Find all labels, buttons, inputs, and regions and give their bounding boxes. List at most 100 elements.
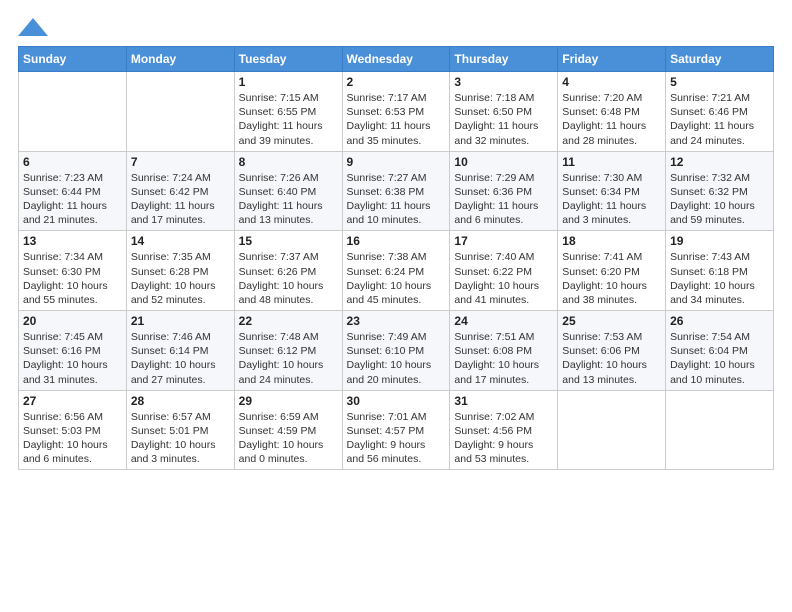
day-info: Sunrise: 7:24 AM Sunset: 6:42 PM Dayligh… xyxy=(131,171,230,228)
calendar-cell: 14 Sunrise: 7:35 AM Sunset: 6:28 PM Dayli… xyxy=(126,231,234,311)
calendar-cell: 26Sunrise: 7:54 AM Sunset: 6:04 PM Dayli… xyxy=(666,311,774,391)
day-number: 2 xyxy=(347,75,446,89)
logo-icon xyxy=(18,18,48,36)
calendar-cell: 17Sunrise: 7:40 AM Sunset: 6:22 PM Dayli… xyxy=(450,231,558,311)
calendar-cell: 29 Sunrise: 6:59 AM Sunset: 4:59 PM Dayli… xyxy=(234,390,342,470)
day-number: 15 xyxy=(239,234,338,248)
day-info: Sunrise: 7:49 AM Sunset: 6:10 PM Dayligh… xyxy=(347,330,446,387)
calendar-cell: 22 Sunrise: 7:48 AM Sunset: 6:12 PM Dayli… xyxy=(234,311,342,391)
calendar-cell: 25 Sunrise: 7:53 AM Sunset: 6:06 PM Dayli… xyxy=(558,311,666,391)
day-info: Sunrise: 6:59 AM Sunset: 4:59 PM Dayligh… xyxy=(239,410,338,467)
day-number: 25 xyxy=(562,314,661,328)
weekday-header-saturday: Saturday xyxy=(666,47,774,72)
day-number: 9 xyxy=(347,155,446,169)
day-info: Sunrise: 7:30 AM Sunset: 6:34 PM Dayligh… xyxy=(562,171,661,228)
day-number: 17 xyxy=(454,234,553,248)
calendar-cell: 27 Sunrise: 6:56 AM Sunset: 5:03 PM Dayli… xyxy=(19,390,127,470)
logo xyxy=(18,18,52,36)
calendar-cell: 11 Sunrise: 7:30 AM Sunset: 6:34 PM Dayli… xyxy=(558,151,666,231)
calendar-cell: 13 Sunrise: 7:34 AM Sunset: 6:30 PM Dayli… xyxy=(19,231,127,311)
day-info: Sunrise: 7:18 AM Sunset: 6:50 PM Dayligh… xyxy=(454,91,553,148)
weekday-header-wednesday: Wednesday xyxy=(342,47,450,72)
day-number: 5 xyxy=(670,75,769,89)
day-info: Sunrise: 7:48 AM Sunset: 6:12 PM Dayligh… xyxy=(239,330,338,387)
day-number: 6 xyxy=(23,155,122,169)
day-number: 13 xyxy=(23,234,122,248)
calendar-cell: 10 Sunrise: 7:29 AM Sunset: 6:36 PM Dayli… xyxy=(450,151,558,231)
calendar-cell: 31 Sunrise: 7:02 AM Sunset: 4:56 PM Dayli… xyxy=(450,390,558,470)
day-number: 21 xyxy=(131,314,230,328)
calendar-cell: 12Sunrise: 7:32 AM Sunset: 6:32 PM Dayli… xyxy=(666,151,774,231)
calendar-week-4: 20 Sunrise: 7:45 AM Sunset: 6:16 PM Dayli… xyxy=(19,311,774,391)
day-info: Sunrise: 7:17 AM Sunset: 6:53 PM Dayligh… xyxy=(347,91,446,148)
day-info: Sunrise: 7:35 AM Sunset: 6:28 PM Dayligh… xyxy=(131,250,230,307)
day-number: 27 xyxy=(23,394,122,408)
day-info: Sunrise: 7:29 AM Sunset: 6:36 PM Dayligh… xyxy=(454,171,553,228)
day-info: Sunrise: 7:45 AM Sunset: 6:16 PM Dayligh… xyxy=(23,330,122,387)
day-number: 28 xyxy=(131,394,230,408)
day-number: 29 xyxy=(239,394,338,408)
calendar-week-5: 27 Sunrise: 6:56 AM Sunset: 5:03 PM Dayli… xyxy=(19,390,774,470)
day-number: 18 xyxy=(562,234,661,248)
calendar-cell xyxy=(19,72,127,152)
calendar-cell: 6Sunrise: 7:23 AM Sunset: 6:44 PM Daylig… xyxy=(19,151,127,231)
day-number: 8 xyxy=(239,155,338,169)
calendar-cell xyxy=(666,390,774,470)
calendar-cell: 8 Sunrise: 7:26 AM Sunset: 6:40 PM Daylig… xyxy=(234,151,342,231)
day-info: Sunrise: 7:26 AM Sunset: 6:40 PM Dayligh… xyxy=(239,171,338,228)
day-info: Sunrise: 7:32 AM Sunset: 6:32 PM Dayligh… xyxy=(670,171,769,228)
day-number: 3 xyxy=(454,75,553,89)
day-info: Sunrise: 7:21 AM Sunset: 6:46 PM Dayligh… xyxy=(670,91,769,148)
calendar-cell: 30 Sunrise: 7:01 AM Sunset: 4:57 PM Dayli… xyxy=(342,390,450,470)
calendar-cell: 4Sunrise: 7:20 AM Sunset: 6:48 PM Daylig… xyxy=(558,72,666,152)
weekday-header-tuesday: Tuesday xyxy=(234,47,342,72)
day-number: 10 xyxy=(454,155,553,169)
day-number: 24 xyxy=(454,314,553,328)
day-info: Sunrise: 7:34 AM Sunset: 6:30 PM Dayligh… xyxy=(23,250,122,307)
day-info: Sunrise: 6:57 AM Sunset: 5:01 PM Dayligh… xyxy=(131,410,230,467)
day-info: Sunrise: 7:53 AM Sunset: 6:06 PM Dayligh… xyxy=(562,330,661,387)
weekday-header-friday: Friday xyxy=(558,47,666,72)
calendar-table: SundayMondayTuesdayWednesdayThursdayFrid… xyxy=(18,46,774,470)
calendar-cell xyxy=(126,72,234,152)
weekday-header-row: SundayMondayTuesdayWednesdayThursdayFrid… xyxy=(19,47,774,72)
day-number: 14 xyxy=(131,234,230,248)
day-info: Sunrise: 6:56 AM Sunset: 5:03 PM Dayligh… xyxy=(23,410,122,467)
calendar-cell: 1Sunrise: 7:15 AM Sunset: 6:55 PM Daylig… xyxy=(234,72,342,152)
page: SundayMondayTuesdayWednesdayThursdayFrid… xyxy=(0,0,792,612)
day-info: Sunrise: 7:01 AM Sunset: 4:57 PM Dayligh… xyxy=(347,410,446,467)
day-info: Sunrise: 7:27 AM Sunset: 6:38 PM Dayligh… xyxy=(347,171,446,228)
calendar-cell: 3 Sunrise: 7:18 AM Sunset: 6:50 PM Daylig… xyxy=(450,72,558,152)
day-number: 31 xyxy=(454,394,553,408)
day-number: 19 xyxy=(670,234,769,248)
calendar-week-1: 1Sunrise: 7:15 AM Sunset: 6:55 PM Daylig… xyxy=(19,72,774,152)
weekday-header-thursday: Thursday xyxy=(450,47,558,72)
calendar-cell: 20 Sunrise: 7:45 AM Sunset: 6:16 PM Dayli… xyxy=(19,311,127,391)
day-number: 30 xyxy=(347,394,446,408)
day-number: 4 xyxy=(562,75,661,89)
calendar-cell: 24 Sunrise: 7:51 AM Sunset: 6:08 PM Dayli… xyxy=(450,311,558,391)
day-info: Sunrise: 7:51 AM Sunset: 6:08 PM Dayligh… xyxy=(454,330,553,387)
calendar-cell: 23Sunrise: 7:49 AM Sunset: 6:10 PM Dayli… xyxy=(342,311,450,391)
day-number: 11 xyxy=(562,155,661,169)
calendar-cell: 9 Sunrise: 7:27 AM Sunset: 6:38 PM Daylig… xyxy=(342,151,450,231)
header xyxy=(18,18,774,36)
day-number: 16 xyxy=(347,234,446,248)
day-number: 26 xyxy=(670,314,769,328)
calendar-cell: 21 Sunrise: 7:46 AM Sunset: 6:14 PM Dayli… xyxy=(126,311,234,391)
day-info: Sunrise: 7:46 AM Sunset: 6:14 PM Dayligh… xyxy=(131,330,230,387)
day-number: 20 xyxy=(23,314,122,328)
day-number: 22 xyxy=(239,314,338,328)
day-info: Sunrise: 7:02 AM Sunset: 4:56 PM Dayligh… xyxy=(454,410,553,467)
calendar-cell: 18Sunrise: 7:41 AM Sunset: 6:20 PM Dayli… xyxy=(558,231,666,311)
calendar-cell: 28 Sunrise: 6:57 AM Sunset: 5:01 PM Dayli… xyxy=(126,390,234,470)
calendar-cell: 2 Sunrise: 7:17 AM Sunset: 6:53 PM Daylig… xyxy=(342,72,450,152)
day-info: Sunrise: 7:15 AM Sunset: 6:55 PM Dayligh… xyxy=(239,91,338,148)
calendar-cell: 5 Sunrise: 7:21 AM Sunset: 6:46 PM Daylig… xyxy=(666,72,774,152)
calendar-week-2: 6Sunrise: 7:23 AM Sunset: 6:44 PM Daylig… xyxy=(19,151,774,231)
day-number: 7 xyxy=(131,155,230,169)
day-info: Sunrise: 7:38 AM Sunset: 6:24 PM Dayligh… xyxy=(347,250,446,307)
day-info: Sunrise: 7:43 AM Sunset: 6:18 PM Dayligh… xyxy=(670,250,769,307)
calendar-week-3: 13 Sunrise: 7:34 AM Sunset: 6:30 PM Dayli… xyxy=(19,231,774,311)
calendar-cell xyxy=(558,390,666,470)
